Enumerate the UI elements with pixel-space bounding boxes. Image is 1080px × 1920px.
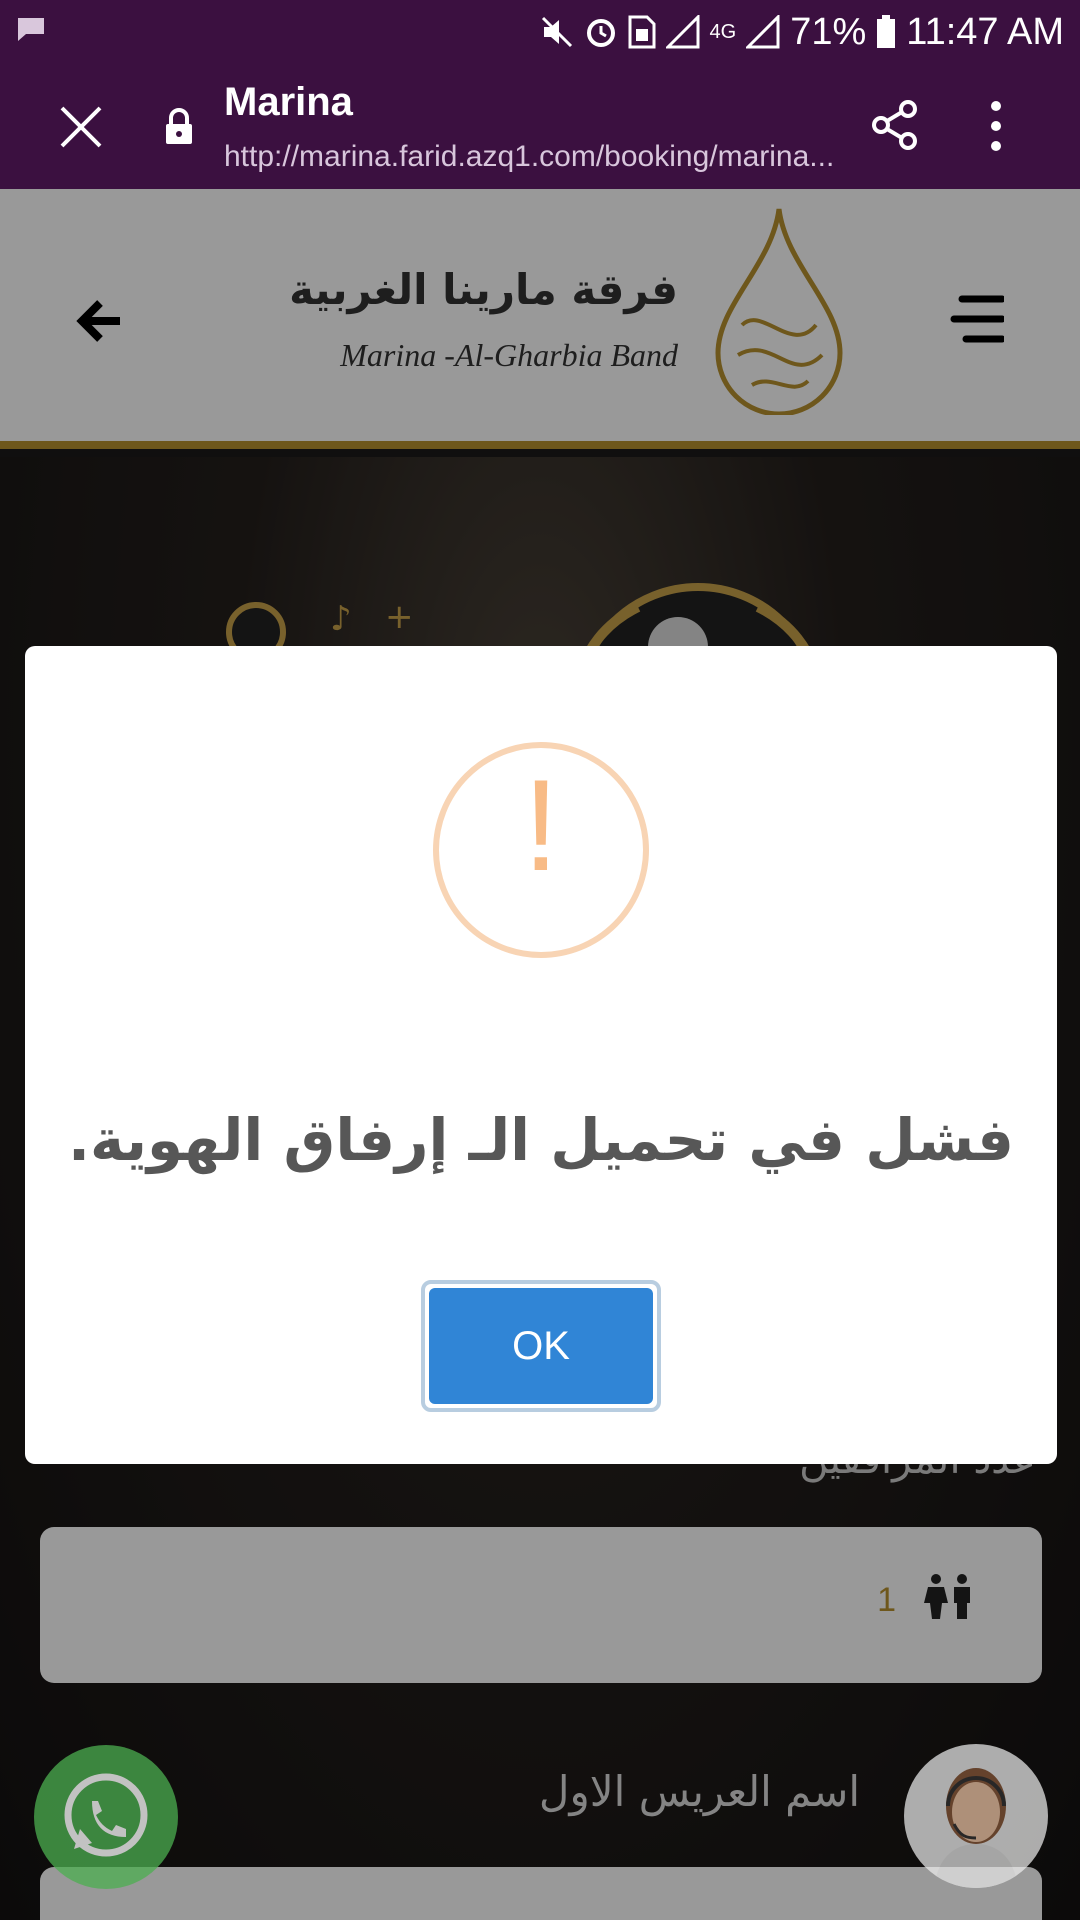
network-type: 4G: [709, 20, 737, 43]
error-message: فشل في تحميل الـ إرفاق الهوية.: [68, 1106, 1014, 1174]
signal-icon: [665, 15, 700, 49]
share-icon[interactable]: [872, 100, 918, 150]
message-icon: [18, 18, 44, 41]
support-agent-avatar: [934, 1768, 1018, 1888]
url-text[interactable]: http://marina.farid.azq1.com/booking/mar…: [224, 140, 864, 174]
page-title: Marina: [224, 80, 353, 124]
signal-icon: [746, 15, 780, 49]
lock-icon: [166, 108, 192, 144]
browser-toolbar: Marina http://marina.farid.azq1.com/book…: [0, 64, 1080, 189]
ok-button[interactable]: OK: [429, 1288, 653, 1404]
battery-icon: [877, 15, 896, 48]
warning-glyph: !: [522, 752, 560, 898]
whatsapp-icon: [64, 1773, 148, 1857]
sim-icon: [628, 15, 656, 49]
error-dialog: ! فشل في تحميل الـ إرفاق الهوية. OK: [25, 646, 1057, 1464]
support-agent-button[interactable]: [904, 1744, 1048, 1888]
status-bar: 4G 71% 11:47 AM: [0, 0, 1080, 64]
mute-icon: [541, 16, 572, 48]
alarm-icon: [586, 19, 615, 47]
battery-percent: 71%: [790, 10, 867, 53]
close-icon[interactable]: [56, 102, 106, 152]
warning-icon: !: [433, 742, 649, 958]
whatsapp-button[interactable]: [34, 1745, 178, 1889]
more-options-icon[interactable]: [986, 100, 1006, 152]
clock: 11:47 AM: [906, 10, 1064, 53]
